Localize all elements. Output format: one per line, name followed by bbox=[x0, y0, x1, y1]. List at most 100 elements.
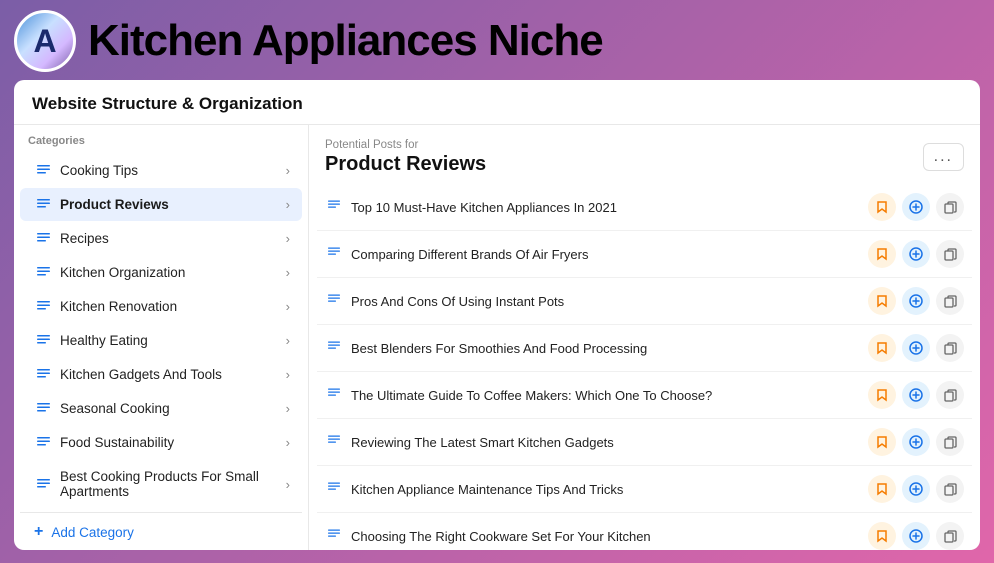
post-item[interactable]: The Ultimate Guide To Coffee Makers: Whi… bbox=[317, 372, 972, 419]
bookmark-button[interactable] bbox=[868, 475, 896, 503]
sidebar-item-label: Kitchen Organization bbox=[60, 265, 278, 280]
main-card: Website Structure & Organization Categor… bbox=[14, 80, 980, 550]
copy-button[interactable] bbox=[936, 193, 964, 221]
content-menu-button[interactable]: ... bbox=[923, 143, 964, 171]
copy-button[interactable] bbox=[936, 428, 964, 456]
sidebar-item-healthy-eating[interactable]: Healthy Eating › bbox=[20, 324, 302, 357]
post-item[interactable]: Best Blenders For Smoothies And Food Pro… bbox=[317, 325, 972, 372]
post-item[interactable]: Choosing The Right Cookware Set For Your… bbox=[317, 513, 972, 550]
add-button[interactable] bbox=[902, 240, 930, 268]
sidebar-item-recipes[interactable]: Recipes › bbox=[20, 222, 302, 255]
list-icon bbox=[34, 231, 52, 246]
logo-icon: A bbox=[14, 10, 76, 72]
add-button[interactable] bbox=[902, 193, 930, 221]
copy-button[interactable] bbox=[936, 475, 964, 503]
card-title: Website Structure & Organization bbox=[32, 94, 303, 113]
copy-button[interactable] bbox=[936, 287, 964, 315]
post-actions bbox=[868, 193, 964, 221]
post-item[interactable]: Top 10 Must-Have Kitchen Appliances In 2… bbox=[317, 184, 972, 231]
bookmark-button[interactable] bbox=[868, 522, 896, 550]
post-title: Top 10 Must-Have Kitchen Appliances In 2… bbox=[351, 200, 860, 215]
sidebar-item-label: Food Sustainability bbox=[60, 435, 278, 450]
post-page-icon bbox=[325, 340, 343, 357]
post-item[interactable]: Kitchen Appliance Maintenance Tips And T… bbox=[317, 466, 972, 513]
add-button[interactable] bbox=[902, 334, 930, 362]
post-title: Choosing The Right Cookware Set For Your… bbox=[351, 529, 860, 544]
add-button[interactable] bbox=[902, 475, 930, 503]
sidebar-items-container: Cooking Tips › Product Reviews › Rec bbox=[14, 154, 308, 508]
potential-posts-label: Potential Posts for bbox=[325, 139, 486, 151]
post-item[interactable]: Reviewing The Latest Smart Kitchen Gadge… bbox=[317, 419, 972, 466]
bookmark-button[interactable] bbox=[868, 334, 896, 362]
chevron-right-icon: › bbox=[286, 367, 290, 382]
chevron-right-icon: › bbox=[286, 435, 290, 450]
sidebar-item-best-cooking-products[interactable]: Best Cooking Products For Small Apartmen… bbox=[20, 460, 302, 508]
sidebar: Categories Cooking Tips › Produc bbox=[14, 125, 309, 550]
sidebar-item-kitchen-gadgets[interactable]: Kitchen Gadgets And Tools › bbox=[20, 358, 302, 391]
card-header: Website Structure & Organization bbox=[14, 80, 980, 125]
chevron-right-icon: › bbox=[286, 163, 290, 178]
bookmark-button[interactable] bbox=[868, 381, 896, 409]
content-header-left: Potential Posts for Product Reviews bbox=[325, 139, 486, 176]
bookmark-button[interactable] bbox=[868, 428, 896, 456]
sidebar-item-food-sustainability[interactable]: Food Sustainability › bbox=[20, 426, 302, 459]
sidebar-item-kitchen-organization[interactable]: Kitchen Organization › bbox=[20, 256, 302, 289]
post-actions bbox=[868, 334, 964, 362]
add-category-label: Add Category bbox=[51, 525, 134, 540]
post-page-icon bbox=[325, 434, 343, 451]
sidebar-item-label: Product Reviews bbox=[60, 197, 278, 212]
sidebar-item-seasonal-cooking[interactable]: Seasonal Cooking › bbox=[20, 392, 302, 425]
post-item[interactable]: Comparing Different Brands Of Air Fryers bbox=[317, 231, 972, 278]
sidebar-item-cooking-tips[interactable]: Cooking Tips › bbox=[20, 154, 302, 187]
copy-button[interactable] bbox=[936, 381, 964, 409]
post-page-icon bbox=[325, 246, 343, 263]
sidebar-item-label: Kitchen Gadgets And Tools bbox=[60, 367, 278, 382]
post-title: Pros And Cons Of Using Instant Pots bbox=[351, 294, 860, 309]
sidebar-item-label: Best Cooking Products For Small Apartmen… bbox=[60, 469, 278, 499]
add-button[interactable] bbox=[902, 428, 930, 456]
content-header: Potential Posts for Product Reviews ... bbox=[309, 125, 980, 184]
list-icon bbox=[34, 435, 52, 450]
post-title: Kitchen Appliance Maintenance Tips And T… bbox=[351, 482, 860, 497]
post-item[interactable]: Pros And Cons Of Using Instant Pots bbox=[317, 278, 972, 325]
post-page-icon bbox=[325, 481, 343, 498]
post-title: Comparing Different Brands Of Air Fryers bbox=[351, 247, 860, 262]
bookmark-button[interactable] bbox=[868, 240, 896, 268]
post-page-icon bbox=[325, 199, 343, 216]
sidebar-item-label: Kitchen Renovation bbox=[60, 299, 278, 314]
post-actions bbox=[868, 428, 964, 456]
post-actions bbox=[868, 287, 964, 315]
chevron-right-icon: › bbox=[286, 299, 290, 314]
copy-button[interactable] bbox=[936, 522, 964, 550]
header: A Kitchen Appliances Niche bbox=[0, 0, 994, 80]
list-icon bbox=[34, 333, 52, 348]
post-actions bbox=[868, 240, 964, 268]
bookmark-button[interactable] bbox=[868, 193, 896, 221]
add-button[interactable] bbox=[902, 381, 930, 409]
list-icon bbox=[34, 477, 52, 492]
sidebar-item-label: Cooking Tips bbox=[60, 163, 278, 178]
list-icon bbox=[34, 367, 52, 382]
sidebar-item-label: Seasonal Cooking bbox=[60, 401, 278, 416]
chevron-right-icon: › bbox=[286, 231, 290, 246]
add-category-button[interactable]: + Add Category bbox=[20, 512, 302, 550]
post-page-icon bbox=[325, 293, 343, 310]
bookmark-button[interactable] bbox=[868, 287, 896, 315]
post-actions bbox=[868, 522, 964, 550]
copy-button[interactable] bbox=[936, 334, 964, 362]
chevron-right-icon: › bbox=[286, 197, 290, 212]
add-button[interactable] bbox=[902, 287, 930, 315]
sidebar-item-label: Healthy Eating bbox=[60, 333, 278, 348]
sidebar-section-label: Categories bbox=[14, 135, 308, 153]
sidebar-item-product-reviews[interactable]: Product Reviews › bbox=[20, 188, 302, 221]
copy-button[interactable] bbox=[936, 240, 964, 268]
post-actions bbox=[868, 381, 964, 409]
chevron-right-icon: › bbox=[286, 265, 290, 280]
post-title: Reviewing The Latest Smart Kitchen Gadge… bbox=[351, 435, 860, 450]
content-section-title: Product Reviews bbox=[325, 153, 486, 176]
list-icon bbox=[34, 299, 52, 314]
post-page-icon bbox=[325, 528, 343, 545]
add-button[interactable] bbox=[902, 522, 930, 550]
sidebar-item-kitchen-renovation[interactable]: Kitchen Renovation › bbox=[20, 290, 302, 323]
plus-icon: + bbox=[34, 523, 43, 541]
